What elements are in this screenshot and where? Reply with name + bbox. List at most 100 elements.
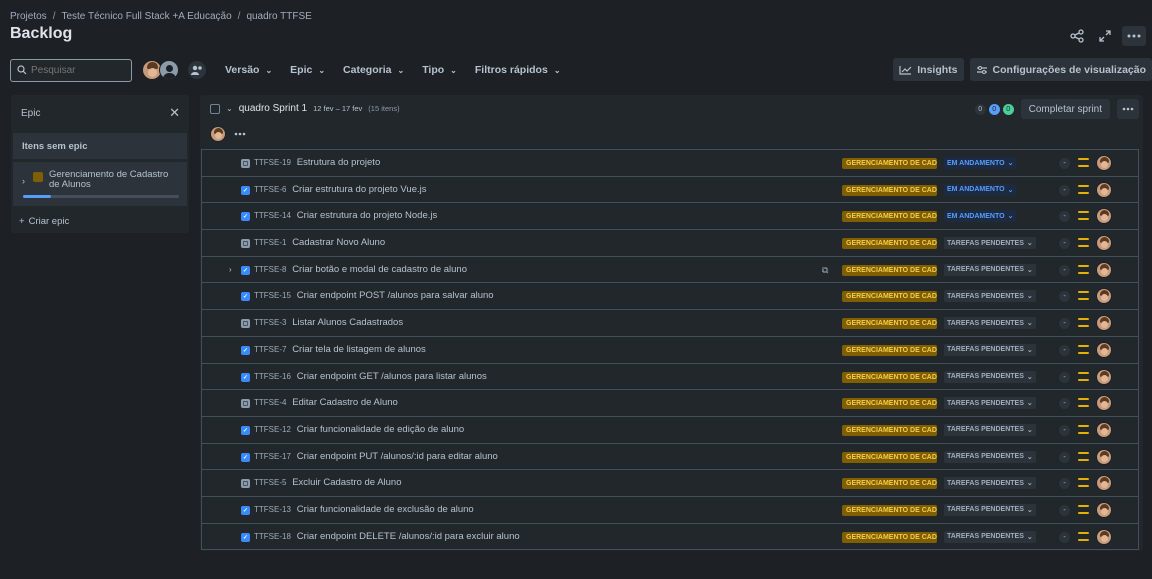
estimate-badge[interactable]: - — [1059, 344, 1070, 356]
issue-row[interactable]: ✓ TTFSE-7 Criar tela de listagem de alun… — [202, 336, 1138, 364]
issue-key[interactable]: TTFSE-6 — [254, 185, 286, 194]
avatar[interactable] — [1096, 341, 1112, 358]
issue-summary[interactable]: Criar funcionalidade de exclusão de alun… — [297, 504, 474, 515]
estimate-badge[interactable]: - — [1059, 238, 1070, 250]
avatar[interactable] — [1096, 155, 1112, 171]
issue-row[interactable]: ✓ TTFSE-16 Criar endpoint GET /alunos pa… — [202, 363, 1138, 391]
estimate-badge[interactable]: - — [1059, 264, 1070, 276]
issue-row[interactable]: › ✓ TTFSE-8 Criar botão e modal de cadas… — [202, 256, 1138, 284]
add-people-icon[interactable] — [187, 60, 207, 80]
estimate-badge[interactable]: - — [1059, 318, 1070, 330]
avatar[interactable] — [1096, 528, 1112, 545]
avatar[interactable] — [1096, 181, 1112, 198]
issue-key[interactable]: TTFSE-7 — [254, 345, 286, 354]
avatar[interactable] — [1096, 368, 1112, 385]
issue-summary[interactable]: Editar Cadastro de Aluno — [292, 397, 398, 408]
issue-summary[interactable]: Estrutura do projeto — [297, 157, 380, 168]
avatar[interactable] — [1096, 475, 1112, 492]
epic-lozenge[interactable]: GERENCIAMENTO DE CADASTRO DE ALUNOS — [842, 238, 937, 250]
search-input[interactable] — [31, 64, 121, 76]
issue-summary[interactable]: Criar tela de listagem de alunos — [292, 344, 426, 355]
avatar[interactable] — [1096, 208, 1112, 225]
issue-row[interactable]: ✓ TTFSE-14 Criar estrutura do projeto No… — [202, 203, 1138, 231]
chevron-right-icon[interactable]: › — [229, 265, 232, 274]
estimate-badge[interactable]: - — [1059, 184, 1070, 196]
issue-row[interactable]: ✓ TTFSE-13 Criar funcionalidade de exclu… — [202, 496, 1138, 524]
breadcrumb-project[interactable]: Teste Técnico Full Stack +A Educação — [61, 11, 231, 22]
issue-summary[interactable]: Criar endpoint GET /alunos para listar a… — [297, 371, 487, 382]
epic-lozenge[interactable]: GERENCIAMENTO DE CADASTRO DE ALUNOS — [842, 158, 937, 169]
estimate-badge[interactable]: - — [1059, 504, 1070, 516]
epic-lozenge[interactable]: GERENCIAMENTO DE CADASTRO DE ALUNOS — [842, 478, 937, 490]
issue-key[interactable]: TTFSE-4 — [254, 398, 286, 407]
epic-lozenge[interactable]: GERENCIAMENTO DE CADASTRO DE ALUNOS — [842, 264, 937, 276]
breadcrumb-board[interactable]: quadro TTFSE — [246, 11, 311, 22]
issue-summary[interactable]: Listar Alunos Cadastrados — [292, 317, 403, 328]
filter-version[interactable]: Versão ⌄ — [225, 64, 272, 76]
status-dropdown[interactable]: TAREFAS PENDENTES ⌄ — [944, 503, 1036, 516]
chevron-right-icon[interactable]: › — [22, 176, 25, 186]
estimate-badge[interactable]: - — [1059, 211, 1070, 223]
avatar[interactable] — [210, 126, 226, 142]
issue-summary[interactable]: Criar endpoint DELETE /alunos/:id para e… — [297, 531, 520, 542]
insights-button[interactable]: Insights — [893, 58, 964, 81]
breadcrumb-projects[interactable]: Projetos — [10, 11, 47, 22]
estimate-badge[interactable]: - — [1059, 398, 1070, 410]
estimate-badge[interactable]: - — [1059, 451, 1070, 463]
chevron-down-icon[interactable]: ⌄ — [226, 104, 233, 113]
issue-row[interactable]: ✓ TTFSE-17 Criar endpoint PUT /alunos/:i… — [202, 443, 1138, 471]
status-dropdown[interactable]: TAREFAS PENDENTES ⌄ — [944, 397, 1036, 410]
estimate-badge[interactable]: - — [1059, 371, 1070, 383]
issue-key[interactable]: TTFSE-16 — [254, 372, 291, 381]
status-dropdown[interactable]: TAREFAS PENDENTES ⌄ — [944, 343, 1036, 356]
epic-lozenge[interactable]: GERENCIAMENTO DE CADASTRO DE ALUNOS — [842, 371, 937, 383]
issue-key[interactable]: TTFSE-15 — [254, 291, 291, 300]
expand-icon[interactable] — [1094, 26, 1116, 46]
complete-sprint-button[interactable]: Completar sprint — [1020, 99, 1110, 119]
epic-none-item[interactable]: Itens sem epic — [13, 133, 187, 159]
issue-key[interactable]: TTFSE-19 — [254, 158, 291, 167]
epic-lozenge[interactable]: GERENCIAMENTO DE CADASTRO DE ALUNOS — [842, 318, 937, 330]
epic-lozenge[interactable]: GERENCIAMENTO DE CADASTRO DE ALUNOS — [842, 344, 937, 356]
status-dropdown[interactable]: TAREFAS PENDENTES ⌄ — [944, 370, 1036, 383]
issue-row[interactable]: ✓ TTFSE-18 Criar endpoint DELETE /alunos… — [202, 523, 1138, 551]
issue-row[interactable]: ✓ TTFSE-12 Criar funcionalidade de ediçã… — [202, 416, 1138, 444]
filter-type[interactable]: Tipo ⌄ — [422, 64, 457, 76]
close-icon[interactable]: ✕ — [169, 105, 180, 121]
sprint-checkbox[interactable] — [210, 103, 220, 114]
issue-summary[interactable]: Criar endpoint POST /alunos para salvar … — [297, 290, 494, 301]
sprint-name[interactable]: quadro Sprint 1 — [239, 103, 307, 114]
issue-summary[interactable]: Excluir Cadastro de Aluno — [292, 477, 401, 488]
epic-item[interactable]: › Gerenciamento de Cadastro de Alunos — [13, 162, 187, 206]
avatar[interactable] — [1096, 501, 1112, 518]
issue-summary[interactable]: Criar estrutura do projeto Node.js — [297, 210, 437, 221]
issue-summary[interactable]: Cadastrar Novo Aluno — [292, 237, 385, 248]
issue-key[interactable]: TTFSE-12 — [254, 425, 291, 434]
status-dropdown[interactable]: TAREFAS PENDENTES ⌄ — [944, 450, 1036, 463]
issue-key[interactable]: TTFSE-3 — [254, 318, 286, 327]
issue-row[interactable]: ▢ TTFSE-3 Listar Alunos Cadastrados GERE… — [202, 310, 1138, 337]
share-icon[interactable] — [1066, 26, 1088, 46]
status-dropdown[interactable]: EM ANDAMENTO ⌄ — [944, 157, 1017, 169]
issue-key[interactable]: TTFSE-5 — [254, 478, 286, 487]
status-dropdown[interactable]: TAREFAS PENDENTES ⌄ — [944, 530, 1036, 543]
more-icon[interactable] — [1122, 26, 1146, 46]
status-dropdown[interactable]: TAREFAS PENDENTES ⌄ — [944, 423, 1036, 436]
issue-key[interactable]: TTFSE-17 — [254, 452, 291, 461]
filter-epic[interactable]: Epic ⌄ — [290, 64, 325, 76]
create-epic-button[interactable]: + Criar epic — [11, 216, 189, 227]
issue-key[interactable]: TTFSE-1 — [254, 238, 286, 247]
avatar[interactable] — [1096, 315, 1112, 332]
status-dropdown[interactable]: TAREFAS PENDENTES ⌄ — [944, 317, 1036, 330]
issue-summary[interactable]: Criar endpoint PUT /alunos/:id para edit… — [297, 451, 498, 462]
estimate-badge[interactable]: - — [1059, 424, 1070, 436]
avatar[interactable] — [1096, 448, 1112, 465]
avatar[interactable] — [1096, 288, 1112, 305]
epic-lozenge[interactable]: GERENCIAMENTO DE CADASTRO DE ALUNOS — [842, 211, 937, 223]
epic-lozenge[interactable]: GERENCIAMENTO DE CADASTRO DE ALUNOS — [842, 291, 937, 303]
status-dropdown[interactable]: EM ANDAMENTO ⌄ — [944, 210, 1017, 223]
more-icon[interactable] — [234, 132, 246, 136]
status-dropdown[interactable]: TAREFAS PENDENTES ⌄ — [944, 290, 1036, 303]
epic-lozenge[interactable]: GERENCIAMENTO DE CADASTRO DE ALUNOS — [842, 184, 937, 196]
issue-row[interactable]: ✓ TTFSE-6 Criar estrutura do projeto Vue… — [202, 176, 1138, 204]
